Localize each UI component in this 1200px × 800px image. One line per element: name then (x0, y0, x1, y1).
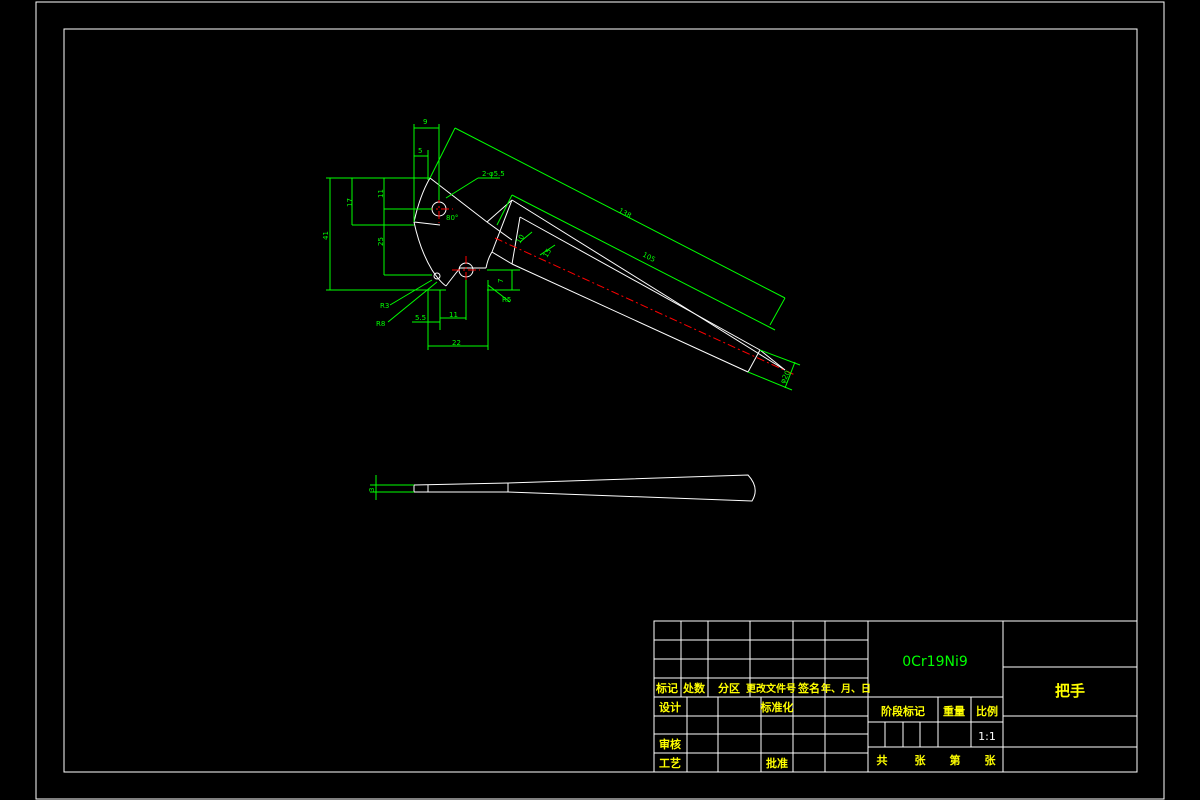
dim-11: 11 (377, 189, 385, 198)
dim-r5: R5 (502, 296, 511, 304)
approve-label: 批准 (766, 756, 788, 770)
side-view: 3 (368, 474, 756, 502)
weight-label: 重量 (943, 704, 965, 718)
rev-header-sign: 签名 (797, 681, 820, 695)
rev-header-date: 年、月、日 (821, 682, 871, 695)
part-name: 把手 (1055, 682, 1085, 700)
dim-11b: 11 (449, 311, 458, 319)
inner-frame (63, 28, 1138, 773)
dimension-lines (326, 124, 801, 391)
small-hole (433, 272, 441, 280)
scale-label: 比例 (976, 704, 998, 718)
dim-17: 17 (346, 198, 354, 207)
dim-7: 7 (497, 279, 505, 283)
centerlines (425, 195, 796, 376)
title-block: 0Cr19Ni9 把手 标记 处数 分区 更改文件号 签名 年、月、日 设计 标… (653, 620, 1138, 773)
rev-header-docno: 更改文件号 (746, 682, 796, 695)
outer-frame (35, 1, 1165, 800)
dim-41: 41 (322, 231, 330, 240)
material-label: 0Cr19Ni9 (902, 654, 968, 670)
dim-phi20: φ20 (779, 369, 792, 385)
design-label: 设计 (659, 700, 681, 714)
stage-mark-label: 阶段标记 (881, 704, 925, 718)
dim-3: 3 (368, 488, 376, 492)
dim-80: 80° (446, 214, 458, 222)
sheets-label-1: 张 (915, 753, 927, 767)
top-view-outline (413, 177, 786, 373)
side-view-dim-lines (370, 475, 414, 500)
rev-header-mark: 标记 (655, 681, 678, 695)
page-label: 第 (950, 753, 961, 767)
total-label: 共 (877, 753, 888, 767)
standardization-label: 标准化 (760, 700, 794, 714)
top-view: 9 5 2-φ5.5 138 105 17 11 41 25 80° 10 15… (322, 118, 801, 391)
dim-9: 9 (423, 118, 427, 126)
rev-header-count: 处数 (682, 681, 706, 695)
dim-r8: R8 (376, 320, 385, 328)
drawing-sheet: 9 5 2-φ5.5 138 105 17 11 41 25 80° 10 15… (35, 1, 1165, 800)
process-label: 工艺 (659, 756, 681, 770)
dim-15: 15 (542, 247, 553, 259)
dim-r3: R3 (380, 302, 389, 310)
scale-value: 1:1 (978, 730, 996, 743)
dim-holes: 2-φ5.5 (482, 170, 505, 178)
dim-22: 22 (452, 339, 461, 347)
dim-5: 5 (418, 147, 422, 155)
side-view-outline (413, 474, 756, 502)
dim-25: 25 (377, 237, 385, 246)
dim-5-5: 5.5 (415, 314, 426, 322)
rev-header-zone: 分区 (718, 681, 740, 695)
review-label: 审核 (659, 737, 681, 751)
sheets-label-2: 张 (985, 753, 997, 767)
